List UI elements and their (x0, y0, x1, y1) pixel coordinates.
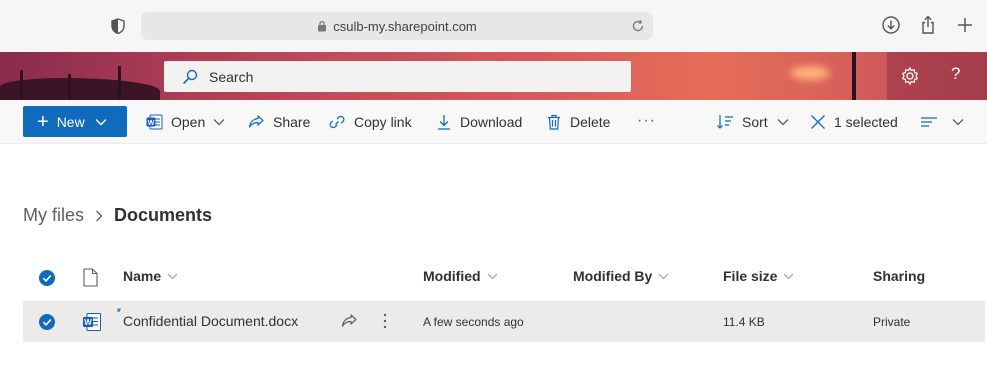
search-input[interactable]: Search (164, 61, 631, 92)
open-button[interactable]: W Open (146, 100, 233, 144)
banner-palm (20, 70, 23, 100)
chevron-down-icon (658, 273, 669, 279)
column-header-sharing[interactable]: Sharing (873, 268, 925, 284)
column-header-name[interactable]: Name (123, 268, 178, 284)
column-name-label: Name (123, 268, 162, 284)
column-file-size-label: File size (723, 268, 778, 284)
more-actions-button[interactable]: ··· (637, 99, 656, 143)
sort-label: Sort (742, 114, 768, 130)
word-icon: W (146, 114, 163, 130)
view-options-button[interactable] (920, 100, 972, 144)
view-options-icon (921, 117, 937, 127)
chevron-down-icon (95, 118, 107, 125)
open-label: Open (171, 114, 206, 130)
settings-gear-icon[interactable] (900, 66, 920, 86)
sort-icon (717, 115, 733, 129)
sort-button[interactable]: Sort (716, 100, 797, 144)
new-tab-icon[interactable] (955, 15, 975, 35)
banner-palm (68, 74, 71, 100)
file-name-link[interactable]: Confidential Document.docx (123, 313, 298, 329)
chevron-down-icon (487, 273, 497, 279)
chevron-down-icon (167, 273, 178, 279)
breadcrumb-my-files[interactable]: My files (23, 205, 84, 226)
select-all-checkbox[interactable] (39, 270, 55, 286)
new-button[interactable]: + New (23, 106, 127, 137)
row-checkbox[interactable] (39, 314, 55, 330)
close-icon (811, 115, 825, 129)
lock-icon (318, 20, 327, 32)
share-button[interactable]: Share (247, 100, 310, 144)
help-icon[interactable]: ? (951, 64, 960, 84)
selected-count: 1 selected (834, 114, 898, 130)
column-modified-label: Modified (423, 268, 481, 284)
copy-link-label: Copy link (354, 114, 412, 130)
url-text: csulb-my.sharepoint.com (333, 18, 477, 34)
banner-shoreline (0, 78, 160, 100)
banner-palm (852, 52, 856, 100)
new-label: New (56, 113, 85, 130)
share-icon (248, 115, 264, 128)
cell-sharing: Private (873, 315, 911, 329)
download-button[interactable]: Download (436, 100, 522, 144)
share-label: Share (273, 114, 311, 130)
chevron-right-icon (96, 210, 103, 221)
column-header-file-size[interactable]: File size (723, 268, 794, 284)
svg-text:W: W (148, 120, 155, 127)
svg-text:W: W (84, 318, 92, 327)
chevron-down-icon (784, 273, 794, 279)
banner-palm (118, 66, 121, 100)
clear-selection-button[interactable]: 1 selected (810, 100, 898, 144)
breadcrumb: My files Documents (23, 205, 212, 226)
search-placeholder: Search (209, 68, 254, 85)
delete-label: Delete (570, 114, 611, 130)
chevron-down-icon (777, 119, 789, 126)
breadcrumb-documents: Documents (114, 205, 213, 225)
plus-icon: + (37, 110, 49, 133)
cell-modified: A few seconds ago (423, 315, 524, 329)
column-header-modified-by[interactable]: Modified By (573, 268, 669, 284)
chevron-down-icon (952, 119, 964, 126)
reload-icon[interactable] (631, 19, 645, 33)
column-header-modified[interactable]: Modified (423, 268, 498, 284)
download-label: Download (460, 114, 523, 130)
banner-sun (790, 66, 830, 80)
file-type-icon[interactable] (83, 268, 98, 287)
link-icon (329, 115, 345, 129)
download-icon (438, 115, 450, 130)
shield-icon[interactable] (111, 18, 125, 34)
share-sheet-icon[interactable] (918, 15, 938, 35)
search-icon (182, 69, 198, 84)
copy-link-button[interactable]: Copy link (328, 100, 412, 144)
column-sharing-label: Sharing (873, 268, 926, 284)
cell-file-size: 11.4 KB (723, 315, 765, 329)
delete-button[interactable]: Delete (546, 100, 610, 144)
address-bar[interactable]: csulb-my.sharepoint.com (141, 12, 653, 40)
download-status-icon[interactable] (881, 15, 901, 35)
share-icon[interactable] (340, 313, 358, 329)
trash-icon (548, 114, 560, 130)
chevron-down-icon (213, 119, 225, 126)
browser-toolbar: csulb-my.sharepoint.com (0, 0, 987, 52)
more-vertical-icon[interactable] (382, 313, 388, 329)
word-document-icon: W (83, 313, 101, 331)
column-modified-by-label: Modified By (573, 268, 653, 284)
